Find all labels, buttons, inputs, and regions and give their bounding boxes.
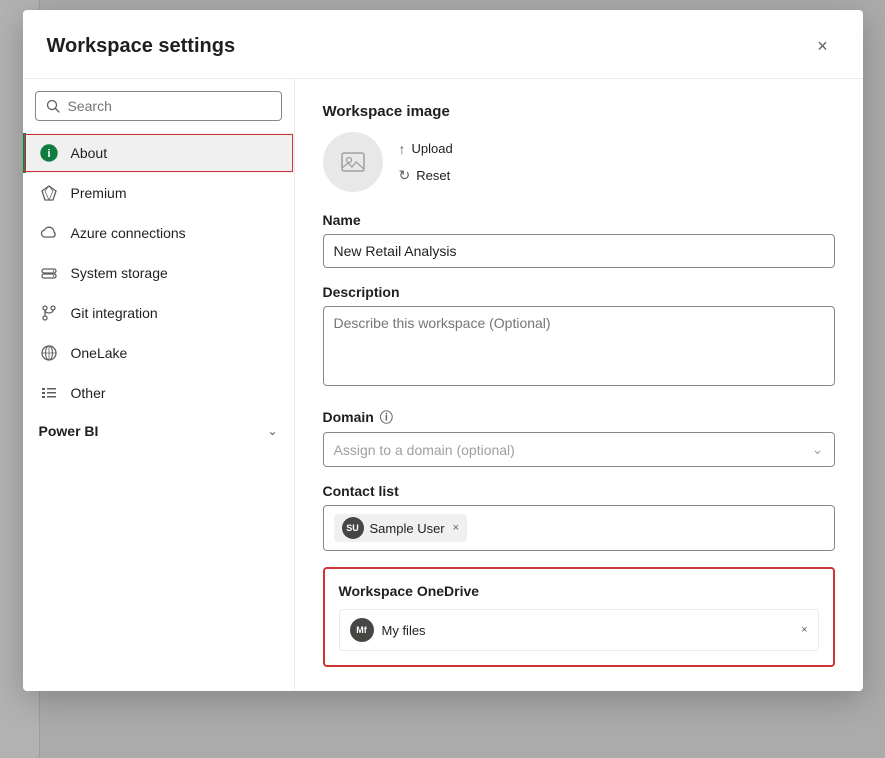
domain-select[interactable]: Assign to a domain (optional) ⌄ — [323, 432, 835, 467]
workspace-image-label: Workspace image — [323, 103, 835, 120]
search-icon — [46, 99, 60, 113]
sidebar-item-onelake-label: OneLake — [71, 345, 128, 361]
sidebar-item-git-integration[interactable]: Git integration — [23, 293, 294, 333]
upload-label: Upload — [412, 141, 453, 156]
sidebar-item-about-label: About — [71, 145, 108, 161]
sidebar-item-system-storage[interactable]: System storage — [23, 253, 294, 293]
sidebar-item-azure-connections[interactable]: Azure connections — [23, 213, 294, 253]
domain-label: Domain ⓘ — [323, 407, 835, 426]
sidebar-item-about[interactable]: i About — [23, 133, 294, 173]
onedrive-box[interactable]: Mf My files × — [339, 609, 819, 651]
reset-icon: ↻ — [399, 167, 411, 184]
domain-placeholder: Assign to a domain (optional) — [334, 442, 515, 458]
image-section: ↑ Upload ↻ Reset — [323, 132, 835, 192]
myfiles-remove-button[interactable]: × — [801, 624, 807, 636]
sidebar-item-onelake[interactable]: OneLake — [23, 333, 294, 373]
close-button[interactable]: × — [807, 30, 839, 62]
workspace-image-placeholder — [323, 132, 383, 192]
search-input[interactable] — [68, 98, 271, 114]
contact-tag-remove-button[interactable]: × — [453, 522, 459, 534]
dialog-body: i About Premium — [23, 79, 863, 691]
reset-label: Reset — [416, 168, 450, 183]
name-label: Name — [323, 212, 835, 228]
section-power-bi[interactable]: Power BI ⌄ — [23, 413, 294, 449]
sidebar-item-premium[interactable]: Premium — [23, 173, 294, 213]
left-nav: i About Premium — [23, 79, 295, 691]
contact-list-label: Contact list — [323, 483, 835, 499]
search-box[interactable] — [35, 91, 282, 121]
image-actions: ↑ Upload ↻ Reset — [399, 139, 453, 186]
backdrop: Workspace settings × — [0, 0, 885, 758]
workspace-settings-dialog: Workspace settings × — [23, 10, 863, 691]
onedrive-section-label: Workspace OneDrive — [339, 583, 819, 599]
right-content: Workspace image — [295, 79, 863, 691]
name-input[interactable] — [323, 234, 835, 268]
sidebar-item-storage-label: System storage — [71, 265, 168, 281]
sidebar-item-premium-label: Premium — [71, 185, 127, 201]
contact-tag-label: Sample User — [370, 521, 445, 536]
upload-button[interactable]: ↑ Upload — [399, 139, 453, 159]
upload-icon: ↑ — [399, 141, 406, 157]
dialog-title: Workspace settings — [47, 35, 236, 58]
onelake-icon — [39, 343, 59, 363]
sidebar-item-azure-label: Azure connections — [71, 225, 186, 241]
reset-button[interactable]: ↻ Reset — [399, 165, 453, 186]
contact-tag-avatar: SU — [342, 517, 364, 539]
diamond-icon — [39, 183, 59, 203]
domain-info-icon: ⓘ — [380, 407, 393, 426]
sidebar-item-other-label: Other — [71, 385, 106, 401]
cloud-icon — [39, 223, 59, 243]
myfiles-avatar: Mf — [350, 618, 374, 642]
domain-chevron-icon: ⌄ — [812, 441, 824, 458]
image-icon — [339, 148, 367, 176]
sidebar-item-git-label: Git integration — [71, 305, 158, 321]
git-icon — [39, 303, 59, 323]
contact-tag: SU Sample User × — [334, 514, 468, 542]
contact-list-box[interactable]: SU Sample User × — [323, 505, 835, 551]
chevron-down-icon: ⌄ — [267, 424, 277, 438]
svg-text:i: i — [47, 148, 50, 160]
description-label: Description — [323, 284, 835, 300]
list-icon — [39, 383, 59, 403]
modal-overlay: Workspace settings × — [0, 0, 885, 758]
section-power-bi-label: Power BI — [39, 423, 99, 439]
onedrive-section: Workspace OneDrive Mf My files × — [323, 567, 835, 667]
dialog-header: Workspace settings × — [23, 10, 863, 79]
myfiles-label: My files — [382, 623, 794, 638]
description-input[interactable] — [323, 306, 835, 386]
info-icon: i — [39, 143, 59, 163]
sidebar-item-other[interactable]: Other — [23, 373, 294, 413]
storage-icon — [39, 263, 59, 283]
